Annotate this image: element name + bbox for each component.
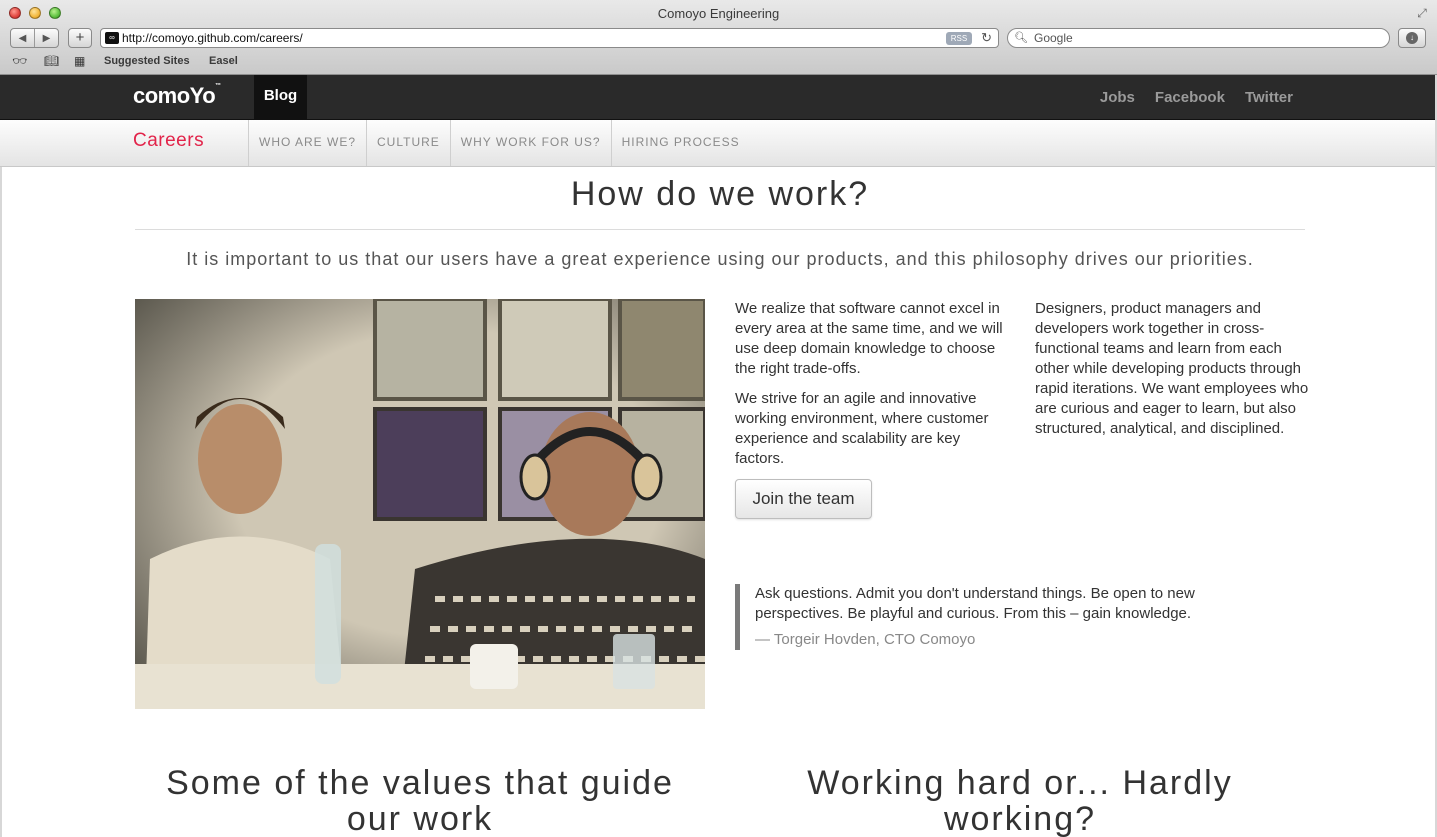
browser-toolbar: ◀ ▶ + ∞ http://comoyo.github.com/careers… bbox=[0, 26, 1437, 52]
working-hard-heading: Working hard or... Hardly working? bbox=[807, 764, 1233, 837]
subnav-who-are-we[interactable]: WHO ARE WE? bbox=[248, 120, 366, 166]
download-arrow-icon: ↓ bbox=[1406, 32, 1418, 44]
search-icon: 🔍︎ bbox=[1014, 32, 1028, 44]
add-bookmark-button[interactable]: + bbox=[68, 28, 92, 48]
address-bar[interactable]: ∞ http://comoyo.github.com/careers/ RSS … bbox=[100, 28, 999, 48]
nav-facebook[interactable]: Facebook bbox=[1155, 89, 1225, 106]
url-text[interactable]: http://comoyo.github.com/careers/ bbox=[122, 31, 303, 45]
site-header: comoYo™ Blog Jobs Facebook Twitter bbox=[0, 75, 1437, 120]
subnav-hiring-process[interactable]: HIRING PROCESS bbox=[610, 120, 750, 166]
divider bbox=[135, 229, 1305, 230]
bookmarks-bar: 👓︎ 📖︎ ▦ Suggested Sites Easel bbox=[0, 52, 1437, 72]
reading-list-icon[interactable]: 👓︎ bbox=[12, 54, 27, 68]
plus-icon: + bbox=[75, 29, 85, 46]
cto-quote: Ask questions. Admit you don't understan… bbox=[735, 584, 1255, 650]
team-photo-illustration bbox=[135, 299, 705, 709]
title-bar: Comoyo Engineering ⤢ bbox=[0, 0, 1437, 26]
main-content: How do we work? It is important to us th… bbox=[0, 167, 1437, 837]
rss-button[interactable]: RSS bbox=[946, 32, 972, 45]
quote-attribution: — Torgeir Hovden, CTO Comoyo bbox=[755, 631, 976, 648]
bookmark-suggested-sites[interactable]: Suggested Sites bbox=[104, 55, 190, 67]
site-favicon-icon: ∞ bbox=[105, 32, 119, 44]
text-column-left: We realize that software cannot excel in… bbox=[735, 299, 1010, 469]
window-title: Comoyo Engineering bbox=[657, 6, 780, 21]
subnav-items: WHO ARE WE? CULTURE WHY WORK FOR US? HIR… bbox=[248, 120, 750, 166]
page-title: How do we work? bbox=[570, 175, 870, 213]
header-links: Jobs Facebook Twitter bbox=[1100, 75, 1293, 119]
bookmarks-book-icon[interactable]: 📖︎ bbox=[44, 54, 59, 68]
paragraph-teams: Designers, product managers and develope… bbox=[1035, 300, 1309, 437]
subnav-culture[interactable]: CULTURE bbox=[366, 120, 450, 166]
nav-blog[interactable]: Blog bbox=[254, 75, 307, 119]
reload-icon[interactable]: ↻ bbox=[981, 30, 992, 46]
comoyo-logo[interactable]: comoYo™ bbox=[133, 83, 221, 109]
top-sites-grid-icon[interactable]: ▦ bbox=[74, 54, 85, 68]
back-arrow-icon: ◀ bbox=[18, 32, 27, 44]
back-forward-buttons: ◀ ▶ bbox=[10, 28, 59, 48]
fullscreen-icon[interactable]: ⤢ bbox=[1415, 6, 1429, 20]
nav-twitter[interactable]: Twitter bbox=[1245, 89, 1293, 106]
browser-chrome: Comoyo Engineering ⤢ ◀ ▶ + ∞ http://como… bbox=[0, 0, 1437, 75]
careers-subnav: Careers WHO ARE WE? CULTURE WHY WORK FOR… bbox=[0, 120, 1437, 167]
join-the-team-button[interactable]: Join the team bbox=[735, 479, 872, 519]
subnav-why-work-for-us[interactable]: WHY WORK FOR US? bbox=[449, 120, 611, 166]
forward-arrow-icon: ▶ bbox=[42, 32, 51, 44]
nav-jobs[interactable]: Jobs bbox=[1100, 89, 1135, 106]
bookmark-easel[interactable]: Easel bbox=[209, 55, 238, 67]
quote-text: Ask questions. Admit you don't understan… bbox=[755, 585, 1195, 622]
forward-button[interactable]: ▶ bbox=[34, 29, 58, 47]
team-photo bbox=[135, 299, 705, 709]
downloads-button[interactable]: ↓ bbox=[1398, 28, 1426, 48]
search-placeholder: Google bbox=[1034, 31, 1073, 45]
section-title[interactable]: Careers bbox=[133, 130, 204, 152]
paragraph-tradeoffs: We realize that software cannot excel in… bbox=[735, 300, 1003, 377]
back-button[interactable]: ◀ bbox=[11, 29, 34, 47]
lead-paragraph: It is important to us that our users hav… bbox=[186, 249, 1254, 269]
logo-text: comoYo bbox=[133, 83, 216, 108]
text-column-right: Designers, product managers and develope… bbox=[1035, 299, 1310, 439]
logo-trademark: ™ bbox=[215, 83, 221, 89]
values-heading: Some of the values that guide our work bbox=[166, 764, 674, 837]
paragraph-agile: We strive for an agile and innovative wo… bbox=[735, 390, 989, 467]
search-input[interactable]: 🔍︎ Google bbox=[1007, 28, 1390, 48]
